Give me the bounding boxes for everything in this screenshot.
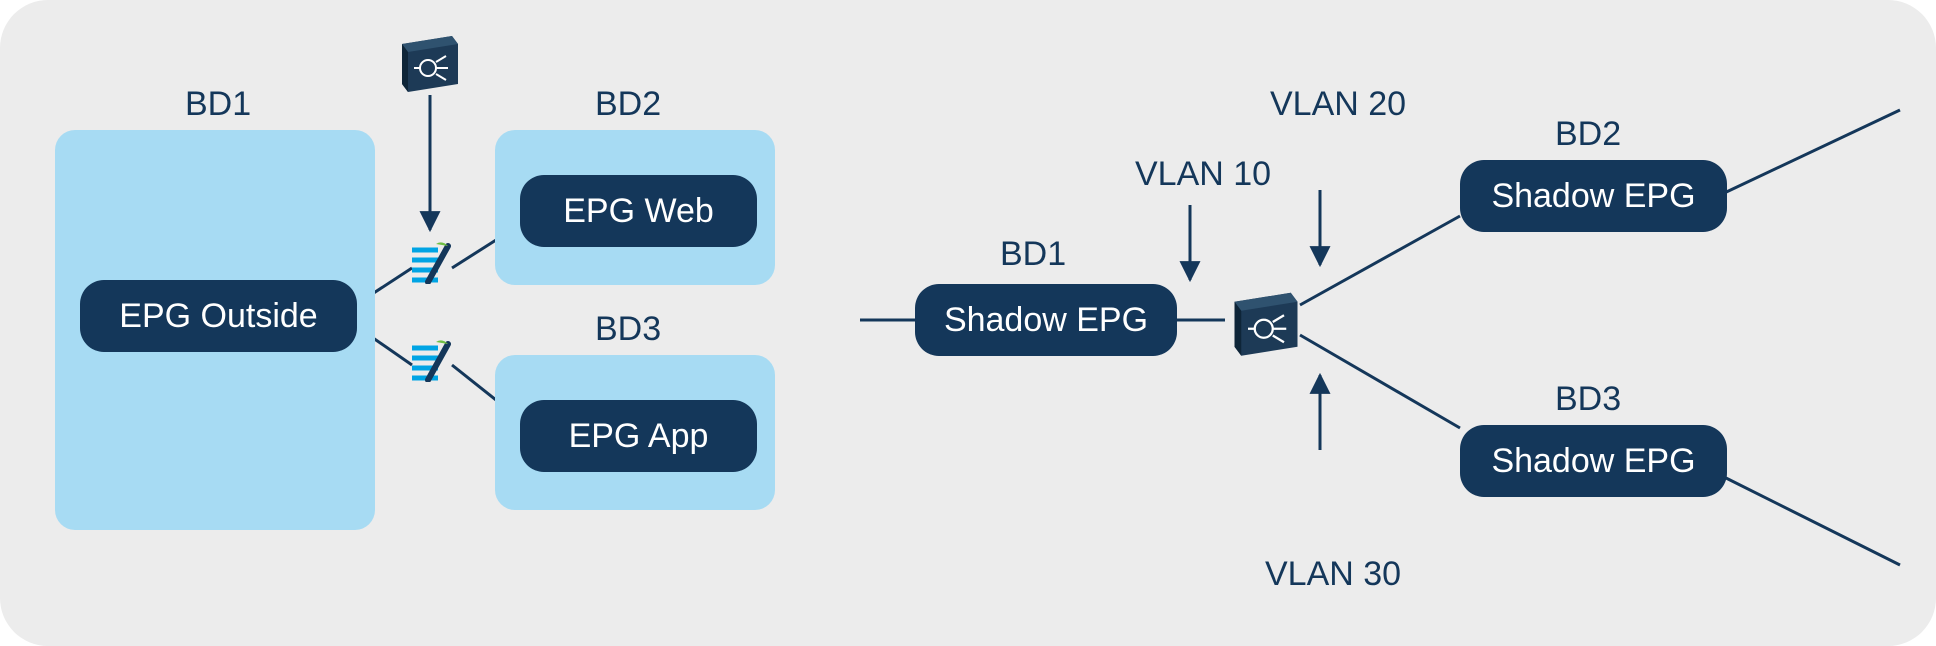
bd3-label-right: BD3: [1555, 380, 1621, 419]
bd1-label-left: BD1: [185, 85, 251, 124]
epg-app: EPG App: [520, 400, 757, 472]
network-switch-icon: [398, 30, 462, 99]
epg-outside: EPG Outside: [80, 280, 357, 352]
bd1-label-right: BD1: [1000, 235, 1066, 274]
epg-web: EPG Web: [520, 175, 757, 247]
diagram-canvas: BD1 EPG Outside BD2 EPG Web BD3 EPG App …: [0, 0, 1936, 646]
shadow-epg-bd2: Shadow EPG: [1460, 160, 1727, 232]
shadow-epg-bd1: Shadow EPG: [915, 284, 1177, 356]
vlan30-label: VLAN 30: [1265, 555, 1401, 594]
contract-icon: [408, 336, 454, 382]
shadow-epg-bd3: Shadow EPG: [1460, 425, 1727, 497]
vlan20-label: VLAN 20: [1270, 85, 1406, 124]
bd2-label-right: BD2: [1555, 115, 1621, 154]
bd2-label-left: BD2: [595, 85, 661, 124]
contract-icon: [408, 238, 454, 284]
vlan10-label: VLAN 10: [1135, 155, 1271, 194]
network-switch-icon: [1230, 286, 1302, 363]
bd3-label-left: BD3: [595, 310, 661, 349]
